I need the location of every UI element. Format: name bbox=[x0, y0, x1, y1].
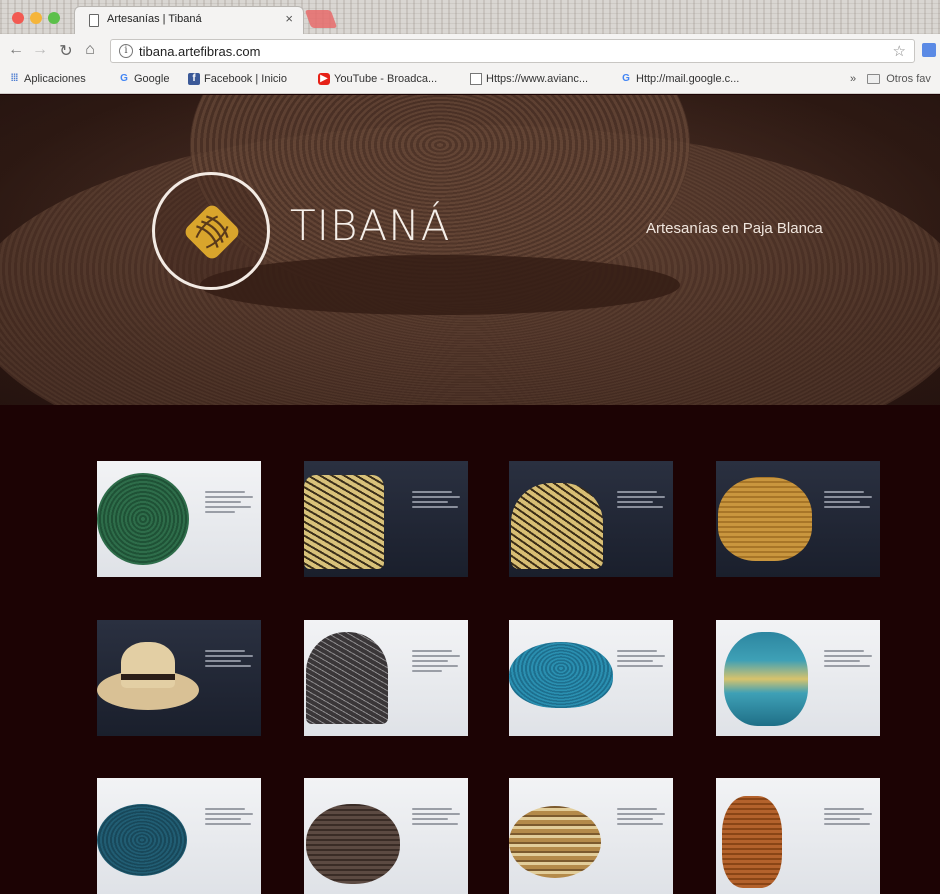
browser-tab-strip: Artesanías | Tibaná × bbox=[0, 0, 940, 34]
brand-logo[interactable] bbox=[152, 172, 270, 290]
gallery-item-cylindrical-basket[interactable] bbox=[304, 461, 468, 577]
page-icon bbox=[89, 14, 99, 27]
gallery-item-striped-bowl[interactable] bbox=[509, 778, 673, 894]
product-image bbox=[722, 796, 782, 888]
bookmark-apps[interactable]: ⁞⁞⁞ Aplicaciones bbox=[8, 73, 86, 85]
google-icon: G bbox=[622, 73, 630, 84]
maximize-window-button[interactable] bbox=[48, 12, 60, 24]
gallery-item-copper-vase[interactable] bbox=[716, 778, 880, 894]
home-icon[interactable]: ⌂ bbox=[80, 41, 100, 59]
gallery-item-blue-green-jar[interactable] bbox=[716, 620, 880, 736]
youtube-icon: ▶ bbox=[318, 73, 330, 85]
tab-title: Artesanías | Tibaná bbox=[107, 13, 202, 25]
product-image bbox=[306, 632, 388, 724]
product-image bbox=[511, 483, 603, 569]
close-tab-icon[interactable]: × bbox=[285, 11, 293, 26]
facebook-icon: f bbox=[188, 73, 200, 85]
info-icon[interactable]: i bbox=[119, 44, 133, 58]
product-gallery bbox=[0, 405, 940, 894]
product-image bbox=[724, 632, 808, 726]
bookmark-label: Facebook | Inicio bbox=[204, 73, 287, 85]
back-arrow-icon[interactable]: ← bbox=[6, 41, 26, 59]
gallery-item-green-woven-plate[interactable] bbox=[97, 461, 261, 577]
bookmark-avianca[interactable]: Https://www.avianc... bbox=[470, 73, 588, 85]
bookmark-google[interactable]: G Google bbox=[118, 73, 169, 85]
brand-tagline: Artesanías en Paja Blanca bbox=[646, 220, 823, 237]
gallery-item-black-woven-box[interactable] bbox=[304, 620, 468, 736]
product-image bbox=[718, 477, 812, 561]
bookmark-mail[interactable]: G Http://mail.google.c... bbox=[620, 73, 739, 85]
google-icon: G bbox=[120, 73, 128, 84]
reload-icon[interactable]: ↻ bbox=[56, 41, 76, 61]
other-bookmarks-label: Otros fav bbox=[886, 73, 931, 85]
product-image bbox=[306, 804, 400, 884]
gallery-item-teal-woven-bowl[interactable] bbox=[97, 778, 261, 894]
product-image bbox=[509, 806, 601, 878]
browser-tab-active[interactable]: Artesanías | Tibaná × bbox=[74, 6, 304, 34]
close-window-button[interactable] bbox=[12, 12, 24, 24]
browser-toolbar: ← → ↻ ⌂ i tibana.artefibras.com ☆ bbox=[0, 34, 940, 68]
gallery-item-lidded-basket[interactable] bbox=[509, 461, 673, 577]
gallery-item-golden-vase[interactable] bbox=[716, 461, 880, 577]
folder-icon bbox=[867, 74, 881, 85]
product-image bbox=[304, 475, 384, 569]
brand-title: TIBANÁ bbox=[290, 201, 451, 250]
hero-banner: TIBANÁ Artesanías en Paja Blanca bbox=[0, 95, 940, 405]
url-text[interactable]: tibana.artefibras.com bbox=[139, 44, 260, 59]
woven-diamond-logo-icon bbox=[185, 205, 239, 259]
bookmark-label: Http://mail.google.c... bbox=[636, 73, 740, 85]
chevron-double-icon: » bbox=[850, 73, 857, 85]
product-image bbox=[509, 642, 613, 708]
gallery-item-brown-round-basket[interactable] bbox=[304, 778, 468, 894]
bookmark-youtube[interactable]: ▶ YouTube - Broadca... bbox=[318, 73, 437, 85]
product-image bbox=[97, 473, 189, 565]
bookmark-label: YouTube - Broadca... bbox=[334, 73, 438, 85]
bookmark-label: Https://www.avianc... bbox=[486, 73, 589, 85]
forward-arrow-icon[interactable]: → bbox=[30, 41, 50, 59]
page-icon bbox=[470, 73, 482, 85]
new-tab-button[interactable] bbox=[304, 10, 338, 28]
address-bar[interactable]: i tibana.artefibras.com ☆ bbox=[110, 39, 915, 63]
extension-icon[interactable] bbox=[922, 43, 936, 57]
bookmark-facebook[interactable]: f Facebook | Inicio bbox=[188, 73, 287, 85]
gallery-item-straw-hat[interactable] bbox=[97, 620, 261, 736]
product-image bbox=[97, 804, 187, 876]
minimize-window-button[interactable] bbox=[30, 12, 42, 24]
bookmark-label: Google bbox=[134, 73, 170, 85]
bookmark-star-icon[interactable]: ☆ bbox=[893, 42, 906, 60]
bookmarks-bar: ⁞⁞⁞ Aplicaciones G Google f Facebook | I… bbox=[0, 68, 940, 94]
gallery-item-blue-woven-bowl[interactable] bbox=[509, 620, 673, 736]
more-bookmarks-button[interactable]: » Otros fav bbox=[850, 73, 931, 85]
apps-icon: ⁞⁞⁞ bbox=[10, 73, 19, 84]
bookmark-label: Aplicaciones bbox=[24, 73, 86, 85]
